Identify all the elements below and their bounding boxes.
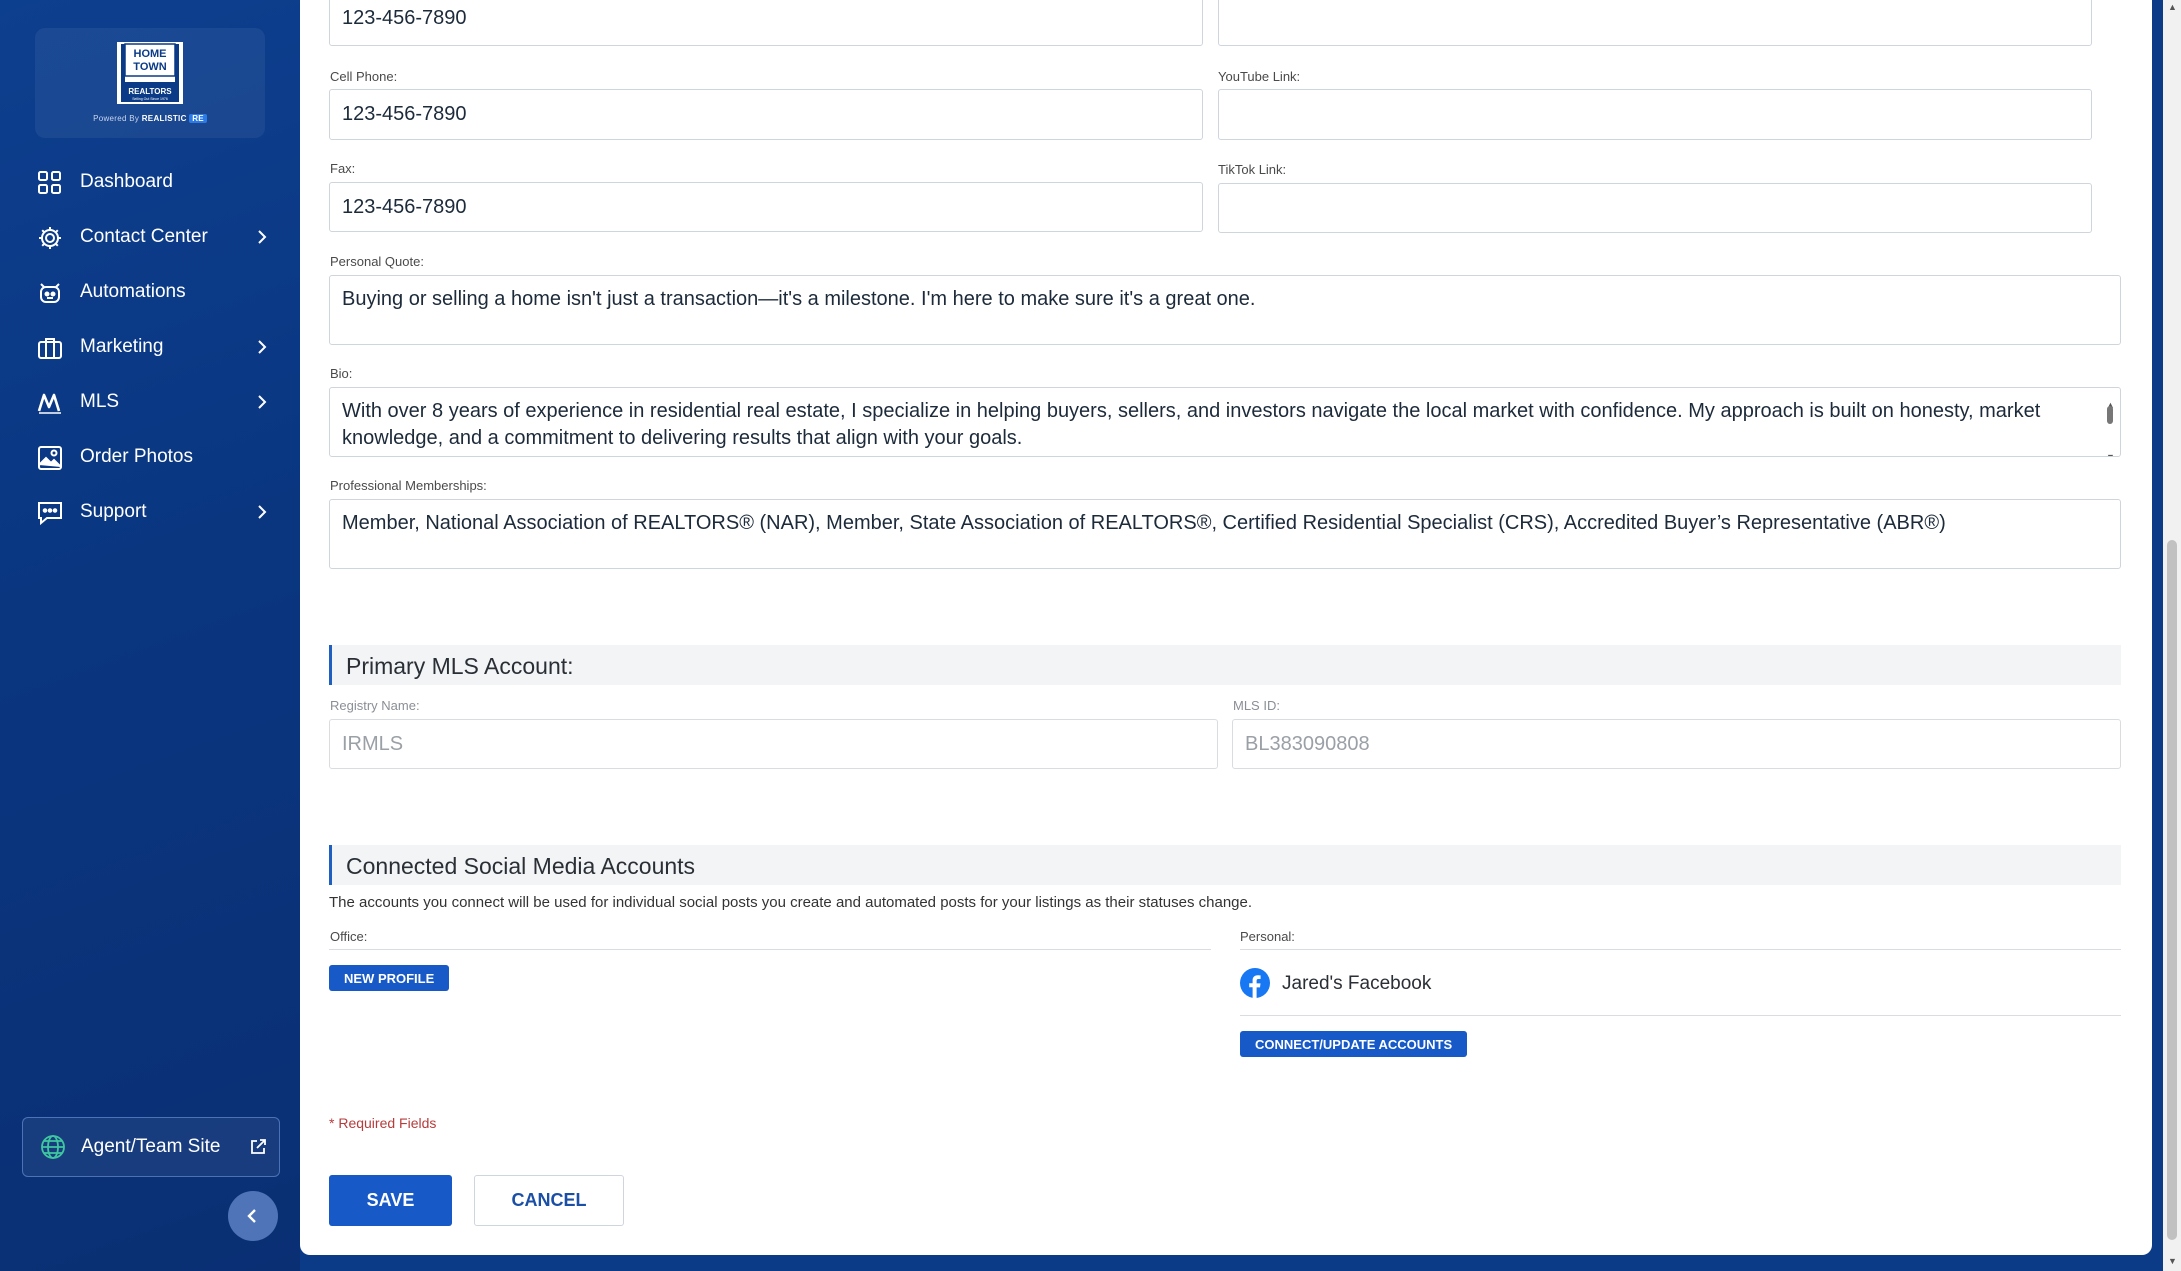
office-label: Office: [330,929,368,944]
registry-name-input: IRMLS [329,719,1218,769]
globe-icon [41,1135,65,1159]
new-profile-button[interactable]: NEW PROFILE [329,965,450,991]
tiktok-label: TikTok Link: [1218,162,1287,177]
sidebar-item-support[interactable]: Support [0,485,300,540]
gear-icon [39,227,61,249]
sidebar-item-label: MLS [80,391,120,412]
cancel-button[interactable]: CANCEL [474,1175,624,1226]
sidebar-item-label: Order Photos [80,446,193,467]
fax-input[interactable]: 123-456-7890 [329,182,1203,232]
logo-line2: TOWN [133,61,166,73]
youtube-label: YouTube Link: [1218,69,1301,84]
sidebar-item-contact-center[interactable]: Contact Center [0,210,300,265]
sidebar-item-order-photos[interactable]: Order Photos [0,430,300,485]
memberships-label: Professional Memberships: [330,478,487,493]
scroll-thumb[interactable] [2107,406,2113,424]
sidebar-item-dashboard[interactable]: Dashboard [0,155,300,210]
personal-quote-textarea[interactable]: Buying or selling a home isn't just a tr… [329,275,2121,345]
sidebar-item-automations[interactable]: Automations [0,265,300,320]
briefcase-icon [38,338,62,359]
tiktok-input[interactable] [1218,183,2092,233]
powered-by-badge: RE [189,114,207,123]
mls-id-label: MLS ID: [1233,698,1280,713]
fax-label: Fax: [330,161,356,176]
facebook-icon [1240,968,1270,998]
chat-icon [38,502,62,526]
sidebar-nav: Dashboard Contact Center Automations Mar [0,155,300,540]
cell-phone-label: Cell Phone: [330,69,398,84]
robot-icon [40,283,60,303]
chevron-right-icon [258,505,267,519]
scroll-down-arrow-icon: ▼ [2106,452,2115,457]
phone-input[interactable]: 123-456-7890 [329,0,1203,46]
logo-line1: HOME [134,48,167,60]
personal-divider [1240,949,2121,950]
powered-by: Powered By REALISTIC RE [35,114,265,123]
registry-name-label: Registry Name: [330,698,420,713]
connect-update-accounts-button[interactable]: CONNECT/UPDATE ACCOUNTS [1240,1031,1468,1057]
mls-section-header: Primary MLS Account: [329,645,2121,685]
scroll-down-arrow-icon[interactable]: ▼ [2168,1256,2177,1266]
required-fields-note: * Required Fields [329,1115,437,1131]
sidebar-item-mls[interactable]: MLS [0,375,300,430]
sidebar-item-marketing[interactable]: Marketing [0,320,300,375]
sidebar-item-label: Dashboard [80,171,173,192]
bio-scrollbar[interactable]: ▲ ▼ [2104,390,2116,456]
sidebar: HOME TOWN REALTORS Selling Out Since 197… [0,0,300,1271]
mls-id-input: BL383090808 [1232,719,2121,769]
facebook-divider [1240,1015,2121,1016]
mls-icon [37,393,61,414]
grid-icon [38,171,61,194]
facebook-account-name: Jared's Facebook [1282,973,1432,994]
bio-label: Bio: [330,366,353,381]
brand-logo[interactable]: HOME TOWN REALTORS Selling Out Since 197… [35,28,265,138]
bio-textarea[interactable]: With over 8 years of experience in resid… [329,387,2121,457]
save-button[interactable]: SAVE [329,1175,452,1226]
chevron-right-icon [258,395,267,409]
youtube-input[interactable] [1218,89,2092,140]
chevron-right-icon [258,230,267,244]
photo-icon [38,446,62,470]
personal-quote-label: Personal Quote: [330,254,424,269]
sidebar-item-label: Contact Center [80,226,208,247]
social-section-header: Connected Social Media Accounts [329,845,2121,885]
logo-line3: REALTORS [128,87,172,96]
external-link-icon [251,1139,266,1154]
social-section-title: Connected Social Media Accounts [346,853,696,879]
hometown-logo: HOME TOWN REALTORS Selling Out Since 197… [117,42,183,104]
social-description: The accounts you connect will be used fo… [329,894,1253,911]
bio-text: With over 8 years of experience in resid… [342,400,2041,449]
mls-section-title: Primary MLS Account: [346,653,574,679]
page-scroll-thumb[interactable] [2167,540,2177,1240]
page-scrollbar[interactable]: ▲ ▼ [2163,0,2181,1271]
sidebar-item-label: Automations [80,281,186,302]
sidebar-item-label: Support [80,501,147,522]
sidebar-item-label: Marketing [80,336,164,357]
collapse-sidebar-button[interactable] [228,1191,278,1241]
agent-team-site-link[interactable]: Agent/Team Site [22,1117,280,1177]
scroll-up-arrow-icon[interactable]: ▲ [2168,2,2177,12]
memberships-textarea[interactable]: Member, National Association of REALTORS… [329,499,2121,569]
powered-by-brand: REALISTIC [141,114,187,123]
chevron-left-icon [247,1209,256,1223]
chevron-right-icon [258,340,267,354]
personal-label: Personal: [1240,929,1295,944]
office-divider [329,949,1211,950]
cell-phone-input[interactable]: 123-456-7890 [329,89,1203,140]
social-link-input[interactable] [1218,0,2092,46]
powered-by-label: Powered By [93,114,140,123]
logo-tagline: Selling Out Since 1976 [132,97,168,101]
agent-site-label: Agent/Team Site [81,1136,221,1157]
